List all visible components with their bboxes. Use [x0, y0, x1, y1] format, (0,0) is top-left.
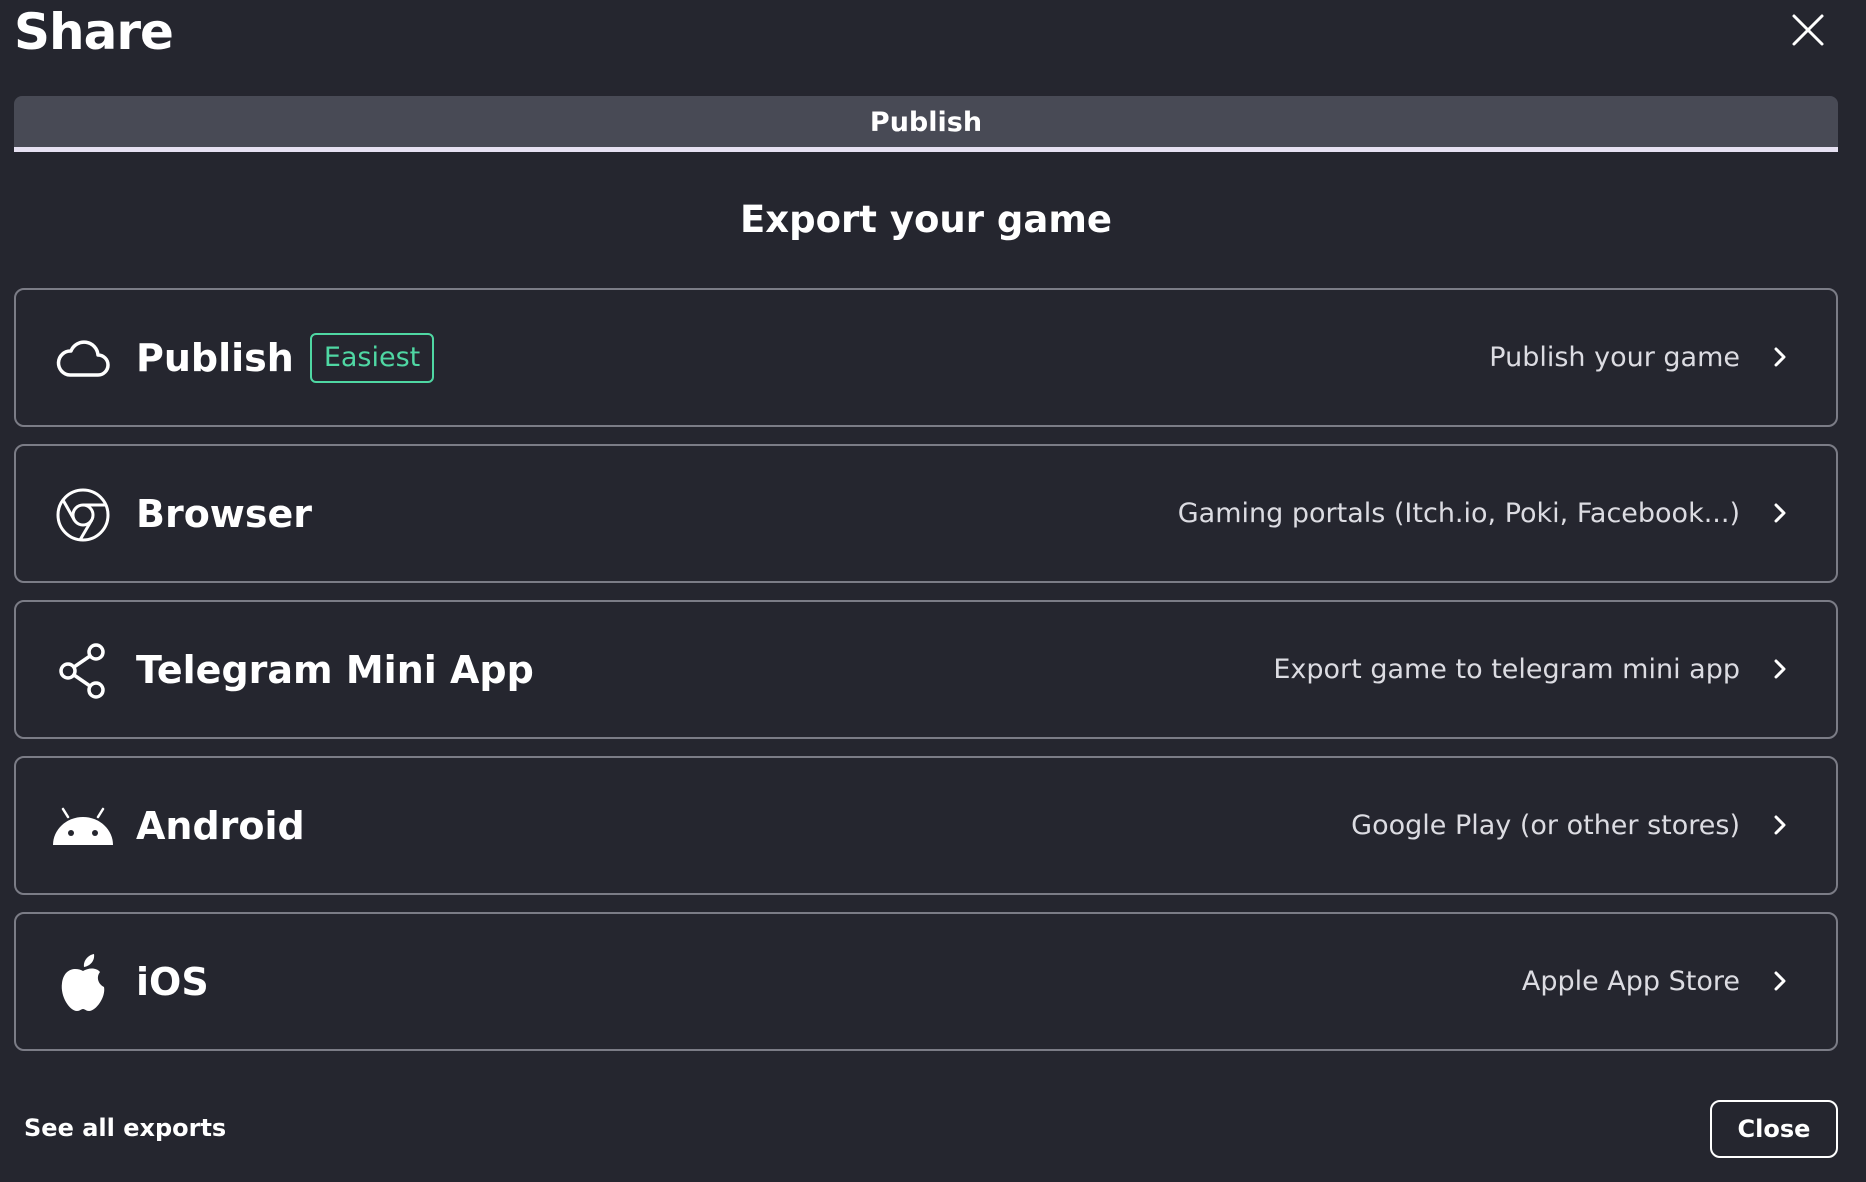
see-all-exports-link[interactable]: See all exports — [24, 1110, 226, 1146]
export-option-ios[interactable]: iOS Apple App Store — [14, 912, 1838, 1051]
tab-bar: Publish — [14, 96, 1838, 152]
option-description: Publish your game — [1489, 342, 1740, 373]
option-description: Export game to telegram mini app — [1273, 654, 1740, 685]
dialog-title: Share — [14, 3, 174, 61]
section-heading: Export your game — [740, 198, 1112, 241]
easiest-badge: Easiest — [309, 332, 435, 383]
chevron-right-icon — [1774, 815, 1786, 835]
export-option-browser[interactable]: Browser Gaming portals (Itch.io, Poki, F… — [14, 444, 1838, 583]
cloud-icon — [52, 330, 114, 388]
tab-publish[interactable]: Publish — [14, 96, 1838, 146]
export-option-android[interactable]: Android Google Play (or other stores) — [14, 756, 1838, 895]
option-label: Browser — [136, 491, 313, 536]
active-tab-indicator — [14, 147, 1838, 152]
chevron-right-icon — [1774, 347, 1786, 367]
option-description: Gaming portals (Itch.io, Poki, Facebook.… — [1177, 498, 1740, 529]
apple-icon — [52, 954, 114, 1012]
share-icon — [52, 642, 114, 700]
option-description: Google Play (or other stores) — [1351, 810, 1740, 841]
chevron-right-icon — [1774, 971, 1786, 991]
android-icon — [52, 798, 114, 856]
export-option-telegram[interactable]: Telegram Mini App Export game to telegra… — [14, 600, 1838, 739]
option-label: iOS — [136, 959, 209, 1004]
export-option-list: Publish Easiest Publish your game Browse… — [14, 288, 1838, 1068]
chevron-right-icon — [1774, 659, 1786, 679]
option-label-text: Publish — [136, 335, 294, 380]
close-button[interactable]: Close — [1710, 1100, 1838, 1158]
option-label: Telegram Mini App — [136, 647, 534, 692]
option-label: Android — [136, 803, 305, 848]
option-label: Publish Easiest — [136, 290, 435, 425]
share-dialog: Share Publish Export your game Publish E… — [0, 0, 1866, 1182]
export-option-publish[interactable]: Publish Easiest Publish your game — [14, 288, 1838, 427]
close-icon[interactable] — [1788, 10, 1828, 50]
option-description: Apple App Store — [1521, 966, 1740, 997]
chevron-right-icon — [1774, 503, 1786, 523]
chrome-icon — [52, 486, 114, 544]
